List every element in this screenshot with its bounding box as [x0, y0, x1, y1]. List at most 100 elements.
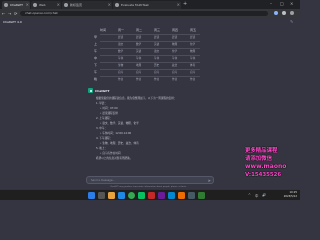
tab-label: Evaluate MultiTask [121, 3, 149, 7]
message-line: 根据您提供的课程表信息，我为您整理如下，以下为一周课程的安排： [96, 97, 177, 100]
table-cell: 晨读 [190, 36, 196, 39]
start-icon[interactable] [88, 192, 95, 199]
table-cell: 晨读 [136, 36, 142, 39]
minimize-icon[interactable]: – [270, 1, 272, 6]
table-cell: 午休 [172, 57, 178, 60]
table-cell: 自习 [172, 71, 178, 74]
clock[interactable]: 10:25 2023/5/12 [284, 191, 297, 199]
maximize-icon[interactable]: □ [280, 1, 284, 6]
close-icon[interactable]: × [108, 1, 111, 9]
volume-icon[interactable]: 🔊 [262, 193, 266, 197]
close-window-icon[interactable]: × [290, 1, 293, 6]
new-tab-button[interactable]: + [183, 1, 187, 7]
app-icon[interactable] [198, 192, 205, 199]
table-cell: 午休 [118, 57, 124, 60]
close-icon[interactable]: × [57, 1, 60, 9]
message-line: 3. 中午： [96, 127, 108, 130]
back-icon[interactable]: ← [2, 11, 5, 16]
menu-icon[interactable] [290, 11, 294, 15]
app-icon[interactable] [188, 192, 195, 199]
input-method-icon[interactable]: 中 [255, 193, 258, 198]
row-label: 中 [94, 56, 98, 60]
address-bar-row: ← → ⟳ chat.openai.com/chat [0, 9, 300, 18]
table-cell: 自习 [136, 71, 142, 74]
message-line: 希望以上的信息对您有所帮助。 [96, 157, 133, 160]
table-cell: 午休 [136, 57, 142, 60]
chatgpt-favicon-icon [4, 3, 8, 7]
message-line: 5. 晚上： [96, 147, 108, 150]
tab-new-page[interactable]: 新标签页 × [62, 1, 112, 9]
column-header: 周五 [190, 28, 197, 32]
forward-icon[interactable]: → [8, 11, 11, 16]
reload-icon[interactable]: ⟳ [14, 11, 17, 16]
list-item: • 时间：07:00 [100, 107, 118, 110]
watermark-line-3: www.maono [245, 163, 287, 170]
row-label: 上 [94, 42, 98, 46]
model-label: 4.0 [16, 20, 22, 24]
message-placeholder: Send a message... [91, 179, 115, 182]
table-cell: 作业 [172, 78, 178, 81]
table-cell: 语文 [118, 43, 124, 46]
watermark-line-4: V:15435526 [245, 172, 282, 178]
app-icon[interactable] [148, 192, 155, 199]
row-label: 午 [94, 70, 98, 74]
tab-web[interactable]: Web × [31, 1, 61, 9]
app-title[interactable]: ChatGPT 4.0 [3, 20, 22, 24]
table-cell: 作业 [190, 78, 196, 81]
app-icon[interactable] [168, 192, 175, 199]
windows-taskbar: ^ 中 🔊 10:25 2023/5/12 [0, 189, 300, 200]
sender-name: ChatGPT [95, 89, 110, 93]
table-cell: 自习 [118, 71, 124, 74]
tray-expand-icon[interactable]: ^ [248, 193, 251, 197]
tab-label: Web [39, 3, 46, 7]
table-cell: 自习 [154, 71, 160, 74]
tab-label: 新标签页 [70, 3, 83, 7]
file-explorer-icon[interactable] [108, 192, 115, 199]
app-icon[interactable] [158, 192, 165, 199]
tab-evaluate[interactable]: Evaluate MultiTask × [113, 1, 181, 9]
extension-icon[interactable] [274, 11, 278, 15]
table-cell: 英语 [136, 50, 142, 53]
table-cell: 晨读 [118, 36, 124, 39]
column-header: 时间 [100, 28, 107, 32]
list-item: • 晨读课程安排 [100, 112, 118, 115]
column-header: 周三 [154, 28, 161, 32]
row-label: 早 [94, 35, 98, 39]
close-icon[interactable]: × [177, 1, 180, 9]
tab-label: ChatGPT [10, 3, 23, 7]
browser-tab-bar: ChatGPT × Web × 新标签页 × Evaluate MultiTas… [0, 0, 300, 9]
profile-icon[interactable] [282, 11, 286, 15]
wechat-icon[interactable] [138, 192, 145, 199]
table-cell: 作业 [118, 78, 124, 81]
row-label: 下 [94, 63, 98, 67]
send-icon[interactable]: ➤ [208, 178, 211, 183]
row-label: 午 [94, 49, 98, 53]
table-cell: 物理 [172, 43, 178, 46]
close-icon[interactable]: × [26, 1, 29, 9]
app-icon[interactable] [178, 192, 185, 199]
assistant-message: ChatGPT 根据您提供的课程表信息，我为您整理如下，以下为一周课程的安排： 1… [88, 85, 208, 165]
list-item: • 语文、数学、英语、物理、化学 [100, 122, 139, 125]
list-item: • 午休时间：12:00-14:00 [100, 132, 132, 135]
address-input[interactable]: chat.openai.com/chat [20, 11, 268, 16]
list-item: • 自习与作业时间 [100, 152, 121, 155]
message-input[interactable]: Send a message... ➤ [86, 176, 214, 184]
table-cell: 体育 [190, 64, 196, 67]
watermark-line-1: 更多精品课程 [245, 148, 278, 154]
new-chat-icon[interactable]: ✎ [290, 19, 293, 24]
schedule-table: 时间 周一 周二 周三 周四 周五早晨读 晨读 晨读 晨读 晨读上语文 数学 英语 物理 化学午数学 英语语… [92, 26, 202, 82]
column-header: 周二 [136, 28, 143, 32]
search-icon[interactable] [98, 192, 105, 199]
tab-chatgpt[interactable]: ChatGPT × [2, 1, 30, 9]
date-text: 2023/5/12 [283, 195, 297, 198]
column-header: 周一 [118, 28, 125, 32]
edge-icon[interactable] [118, 192, 125, 199]
table-cell: 作业 [154, 78, 160, 81]
chatgpt-avatar-icon [88, 88, 93, 93]
table-cell: 午休 [154, 57, 160, 60]
chrome-icon[interactable] [128, 192, 135, 199]
table-cell: 生物 [118, 64, 124, 67]
table-cell: 历史 [154, 64, 160, 67]
message-line: 1. 早晨： [96, 102, 108, 105]
table-cell: 数学 [118, 50, 124, 53]
